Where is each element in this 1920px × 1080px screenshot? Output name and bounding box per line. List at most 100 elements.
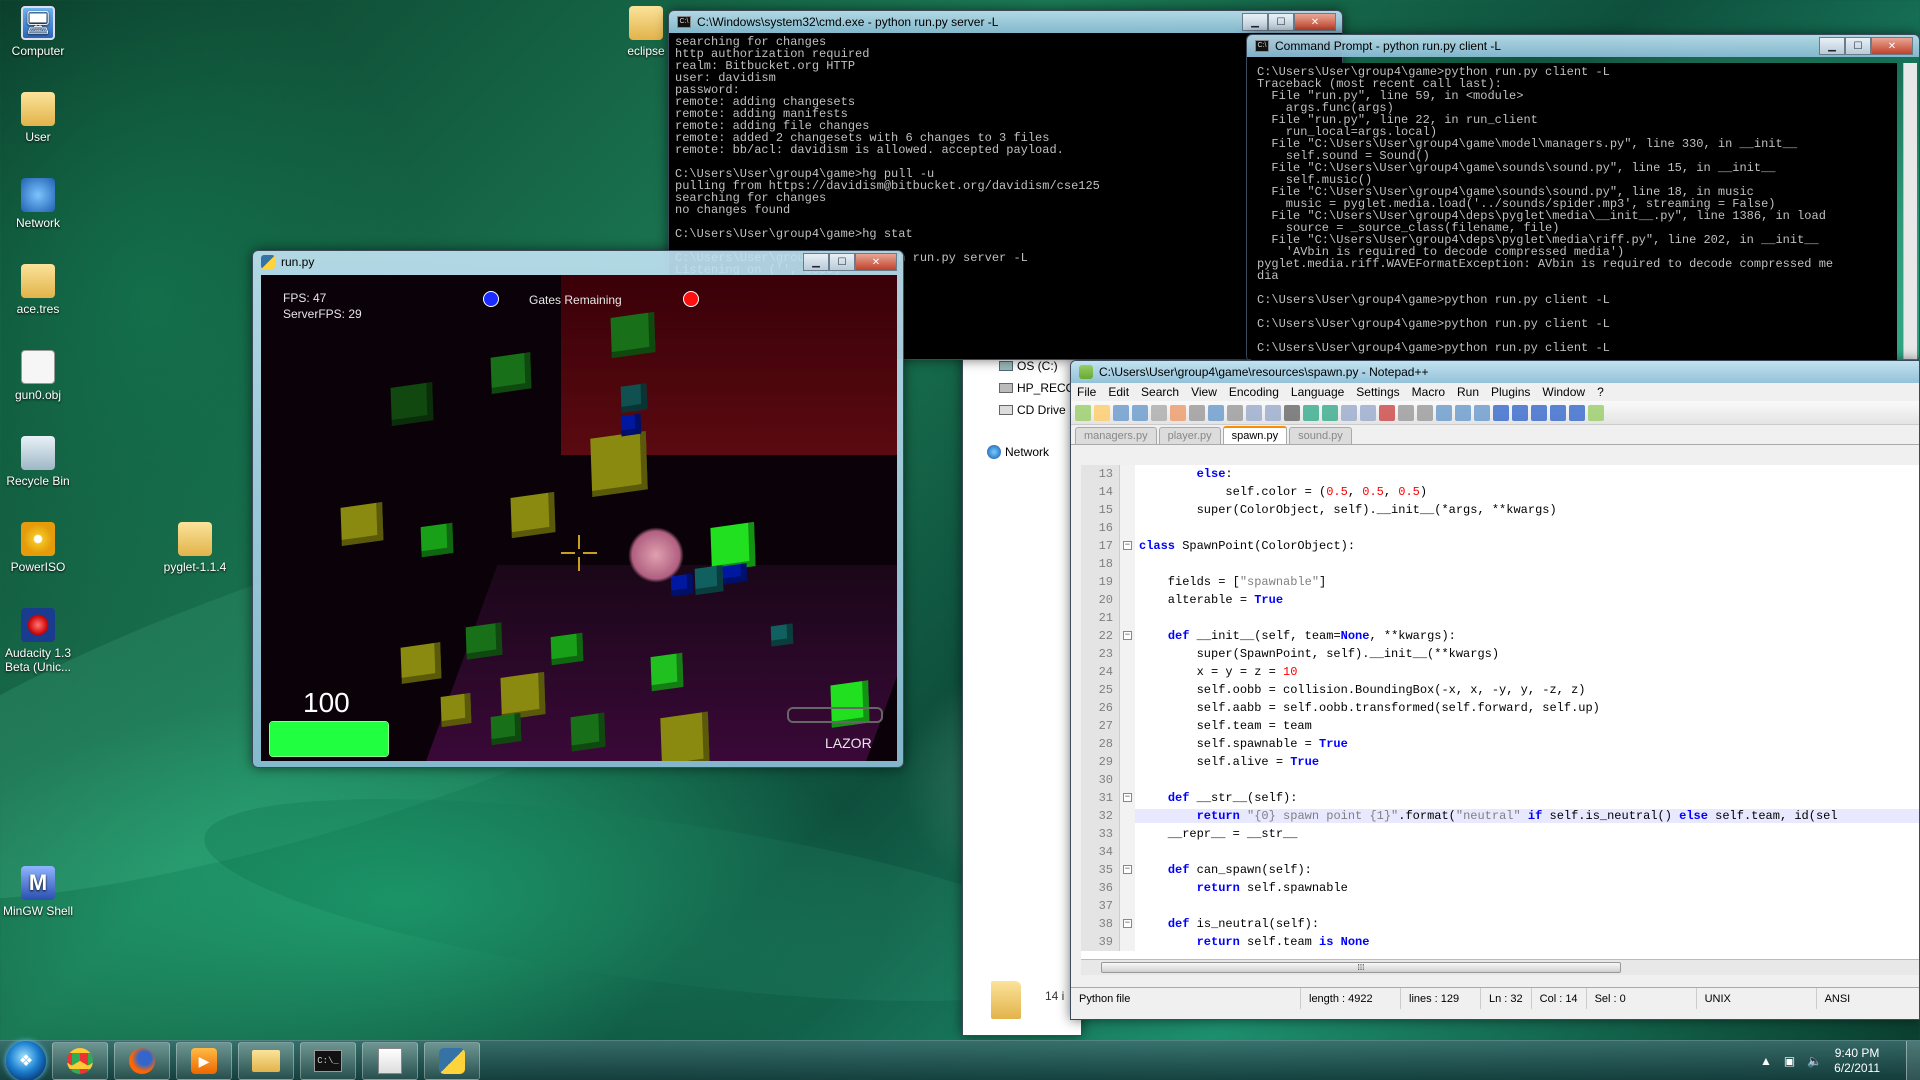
minimize-button[interactable]: ▁ xyxy=(1819,37,1845,55)
fold-margin[interactable] xyxy=(1119,735,1135,753)
toolbar-button-icon[interactable] xyxy=(1531,404,1547,421)
code-line[interactable]: 17− class SpawnPoint(ColorObject): xyxy=(1081,537,1919,555)
fold-margin[interactable] xyxy=(1119,483,1135,501)
maximize-button[interactable]: ☐ xyxy=(1845,37,1871,55)
toolbar-button-icon[interactable] xyxy=(1265,404,1281,421)
code-line[interactable]: 35− def can_spawn(self): xyxy=(1081,861,1919,879)
taskbar-chrome[interactable] xyxy=(52,1041,108,1080)
menu-item[interactable]: ? xyxy=(1597,385,1604,399)
code-line[interactable]: 16 xyxy=(1081,519,1919,537)
menu-item[interactable]: View xyxy=(1191,385,1217,399)
desktop-icon-computer[interactable]: 🖥 Computer xyxy=(0,6,76,58)
desktop-icon-ace-tres[interactable]: ace.tres xyxy=(0,264,76,316)
fold-toggle-icon[interactable]: − xyxy=(1123,793,1132,802)
show-desktop-button[interactable] xyxy=(1906,1041,1920,1080)
fold-margin[interactable] xyxy=(1119,897,1135,915)
fold-margin[interactable] xyxy=(1119,699,1135,717)
code-line[interactable]: 38− def is_neutral(self): xyxy=(1081,915,1919,933)
toolbar-button-icon[interactable] xyxy=(1398,404,1414,421)
toolbar-button-icon[interactable] xyxy=(1322,404,1338,421)
tab-player-py[interactable]: player.py xyxy=(1158,427,1221,444)
code-line[interactable]: 25 self.oobb = collision.BoundingBox(-x,… xyxy=(1081,681,1919,699)
minimize-button[interactable]: ▁ xyxy=(1242,13,1268,31)
desktop-icon-gun0-obj[interactable]: gun0.obj xyxy=(0,350,76,402)
client-console-output[interactable]: C:\Users\User\group4\game>python run.py … xyxy=(1251,63,1897,361)
toolbar-button-icon[interactable] xyxy=(1455,404,1471,421)
code-line[interactable]: 33 __repr__ = __str__ xyxy=(1081,825,1919,843)
toolbar-button-icon[interactable] xyxy=(1417,404,1433,421)
toolbar-button-icon[interactable] xyxy=(1360,404,1376,421)
menu-item[interactable]: Run xyxy=(1457,385,1479,399)
toolbar-button-icon[interactable] xyxy=(1379,404,1395,421)
taskbar-notepadpp[interactable] xyxy=(362,1041,418,1080)
game-titlebar[interactable]: run.py ▁ ☐ ✕ xyxy=(253,251,903,273)
server-console-titlebar[interactable]: C:\ C:\Windows\system32\cmd.exe - python… xyxy=(669,11,1342,33)
toolbar-button-icon[interactable] xyxy=(1303,404,1319,421)
fold-margin[interactable] xyxy=(1119,771,1135,789)
console-scrollbar[interactable] xyxy=(1903,63,1917,359)
fold-margin[interactable] xyxy=(1119,465,1135,483)
code-line[interactable]: 26 self.aabb = self.oobb.transformed(sel… xyxy=(1081,699,1919,717)
toolbar-button-icon[interactable] xyxy=(1189,404,1205,421)
game-viewport[interactable]: FPS: 47 ServerFPS: 29 Gates Remaining 10… xyxy=(261,275,897,761)
menu-item[interactable]: Edit xyxy=(1108,385,1129,399)
code-line[interactable]: 28 self.spawnable = True xyxy=(1081,735,1919,753)
close-button[interactable]: ✕ xyxy=(1871,37,1913,55)
toolbar-button-icon[interactable] xyxy=(1113,404,1129,421)
tab-spawn-py[interactable]: spawn.py xyxy=(1222,426,1288,444)
drive-hp-reco[interactable]: HP_RECO xyxy=(999,381,1075,395)
toolbar-button-icon[interactable] xyxy=(1341,404,1357,421)
maximize-button[interactable]: ☐ xyxy=(829,253,855,271)
menu-item[interactable]: Macro xyxy=(1412,385,1445,399)
toolbar-button-icon[interactable] xyxy=(1094,404,1110,421)
tray-expand-icon[interactable]: ▲ xyxy=(1760,1054,1772,1068)
code-line[interactable]: 32 return "{0} spawn point {1}".format("… xyxy=(1081,807,1919,825)
fold-margin[interactable] xyxy=(1119,843,1135,861)
fold-margin[interactable] xyxy=(1119,825,1135,843)
code-line[interactable]: 19 fields = ["spawnable"] xyxy=(1081,573,1919,591)
code-line[interactable]: 29 self.alive = True xyxy=(1081,753,1919,771)
menu-item[interactable]: Plugins xyxy=(1491,385,1530,399)
fold-margin[interactable] xyxy=(1119,879,1135,897)
fold-margin[interactable] xyxy=(1119,591,1135,609)
menu-item[interactable]: Window xyxy=(1542,385,1585,399)
nav-network[interactable]: Network xyxy=(987,445,1049,459)
fold-margin[interactable] xyxy=(1119,501,1135,519)
menu-item[interactable]: Search xyxy=(1141,385,1179,399)
fold-margin[interactable] xyxy=(1119,555,1135,573)
code-line[interactable]: 30 xyxy=(1081,771,1919,789)
start-button[interactable]: ❖ xyxy=(6,1040,46,1080)
desktop-icon-network[interactable]: Network xyxy=(0,178,76,230)
toolbar-button-icon[interactable] xyxy=(1151,404,1167,421)
drive-cd[interactable]: CD Drive xyxy=(999,403,1066,417)
menu-item[interactable]: Encoding xyxy=(1229,385,1279,399)
code-line[interactable]: 18 xyxy=(1081,555,1919,573)
maximize-button[interactable]: ☐ xyxy=(1268,13,1294,31)
code-line[interactable]: 23 super(SpawnPoint, self).__init__(**kw… xyxy=(1081,645,1919,663)
fold-margin[interactable] xyxy=(1119,933,1135,951)
code-line[interactable]: 14 self.color = (0.5, 0.5, 0.5) xyxy=(1081,483,1919,501)
toolbar-button-icon[interactable] xyxy=(1132,404,1148,421)
fold-margin[interactable]: − xyxy=(1119,627,1135,645)
menu-item[interactable]: File xyxy=(1077,385,1096,399)
toolbar-button-icon[interactable] xyxy=(1436,404,1452,421)
code-line[interactable]: 13 else: xyxy=(1081,465,1919,483)
taskbar-python[interactable] xyxy=(424,1041,480,1080)
fold-toggle-icon[interactable]: − xyxy=(1123,631,1132,640)
scroll-thumb[interactable]: ⁞⁞⁞ xyxy=(1101,962,1621,973)
code-line[interactable]: 37 xyxy=(1081,897,1919,915)
code-line[interactable]: 31− def __str__(self): xyxy=(1081,789,1919,807)
menu-item[interactable]: Settings xyxy=(1356,385,1399,399)
fold-margin[interactable]: − xyxy=(1119,789,1135,807)
fold-toggle-icon[interactable]: − xyxy=(1123,865,1132,874)
close-button[interactable]: ✕ xyxy=(1294,13,1336,31)
toolbar-button-icon[interactable] xyxy=(1512,404,1528,421)
code-line[interactable]: 27 self.team = team xyxy=(1081,717,1919,735)
code-line[interactable]: 22− def __init__(self, team=None, **kwar… xyxy=(1081,627,1919,645)
toolbar-button-icon[interactable] xyxy=(1493,404,1509,421)
tab-sound-py[interactable]: sound.py xyxy=(1289,427,1352,444)
code-line[interactable]: 24 x = y = z = 10 xyxy=(1081,663,1919,681)
toolbar-button-icon[interactable] xyxy=(1075,404,1091,421)
fold-margin[interactable] xyxy=(1119,573,1135,591)
horizontal-scrollbar[interactable]: ⁞⁞⁞ xyxy=(1081,959,1919,975)
